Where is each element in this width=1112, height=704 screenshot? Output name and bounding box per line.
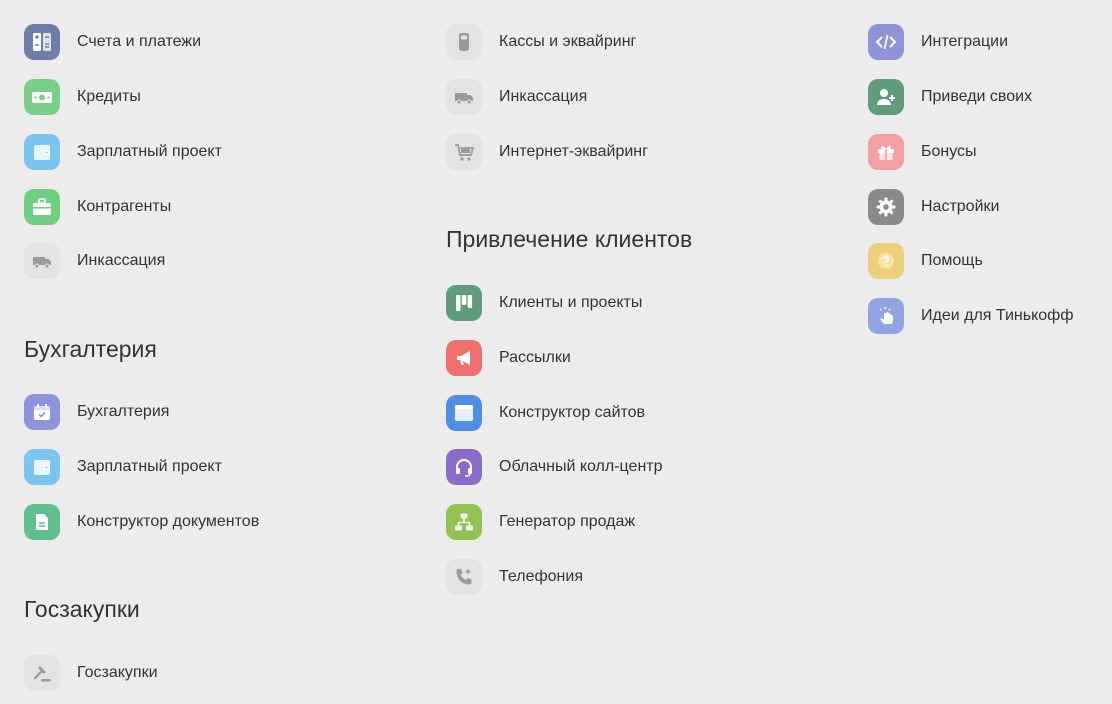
menu-item-sales-generator[interactable]: Генератор продаж — [446, 504, 635, 540]
gear-icon — [868, 189, 904, 225]
menu-item-salary-project[interactable]: Зарплатный проект — [24, 134, 222, 170]
menu-item-cash-acquiring[interactable]: Кассы и эквайринг — [446, 24, 636, 60]
menu-item-invite-friends[interactable]: Приведи своих — [868, 79, 1032, 115]
menu-item-collection[interactable]: Инкассация — [24, 243, 165, 279]
menu-item-label: Генератор продаж — [499, 513, 636, 530]
idea-hand-icon — [868, 298, 904, 334]
menu-item-document-builder[interactable]: Конструктор документов — [24, 504, 259, 540]
kanban-icon — [446, 285, 482, 321]
menu-item-label: Бонусы — [921, 143, 977, 160]
menu-item-label: Счета и платежи — [77, 33, 202, 50]
menu-item-label: Кредиты — [77, 88, 141, 105]
headset-icon — [446, 449, 482, 485]
menu-item-label: Идеи для Тинькофф — [921, 307, 1074, 324]
menu-item-label: Приведи своих — [921, 88, 1033, 105]
menu-item-label: Контрагенты — [77, 198, 172, 215]
menu-item-help[interactable]: Помощь — [868, 243, 983, 279]
menu-item-procurement[interactable]: Госзакупки — [24, 655, 158, 691]
gavel-icon — [24, 655, 60, 691]
gift-icon — [868, 134, 904, 170]
section-heading-accounting: Бухгалтерия — [24, 336, 157, 362]
menu-item-label: Облачный колл-центр — [499, 458, 663, 475]
menu-item-site-builder[interactable]: Конструктор сайтов — [446, 395, 645, 431]
browser-icon — [446, 395, 482, 431]
wallet-icon — [24, 134, 60, 170]
van-icon — [446, 79, 482, 115]
menu-item-label: Зарплатный проект — [77, 458, 222, 475]
add-user-icon — [868, 79, 904, 115]
menu-item-telephony[interactable]: Телефония — [446, 559, 583, 595]
menu-item-label: Помощь — [921, 252, 983, 269]
wallet-icon — [24, 449, 60, 485]
menu-item-label: Интеграции — [921, 33, 1009, 50]
menu-item-label: Госзакупки — [77, 664, 158, 681]
menu-item-label: Клиенты и проекты — [499, 294, 643, 311]
help-icon — [868, 243, 904, 279]
calculator-icon — [24, 24, 60, 60]
menu-item-clients-projects[interactable]: Клиенты и проекты — [446, 285, 642, 321]
van-icon — [24, 243, 60, 279]
menu-item-label: Инкассация — [77, 252, 166, 269]
menu-item-label: Интернет-эквайринг — [499, 143, 648, 160]
menu-item-ideas[interactable]: Идеи для Тинькофф — [868, 298, 1073, 334]
menu-item-settings[interactable]: Настройки — [868, 189, 999, 225]
menu-item-accounting[interactable]: Бухгалтерия — [24, 394, 169, 430]
menu-item-salary-project-2[interactable]: Зарплатный проект — [24, 449, 222, 485]
pos-terminal-icon — [446, 24, 482, 60]
menu-item-label: Телефония — [499, 568, 583, 585]
menu-item-collection-2[interactable]: Инкассация — [446, 79, 587, 115]
menu-item-mailings[interactable]: Рассылки — [446, 340, 571, 376]
menu-item-integrations[interactable]: Интеграции — [868, 24, 1008, 60]
menu-item-label: Настройки — [921, 198, 1000, 215]
menu-item-label: Конструктор документов — [77, 513, 260, 530]
money-icon — [24, 79, 60, 115]
menu-item-label: Зарплатный проект — [77, 143, 222, 160]
menu-item-call-center[interactable]: Облачный колл-центр — [446, 449, 663, 485]
briefcase-icon — [24, 189, 60, 225]
phone-icon — [446, 559, 482, 595]
section-heading-procurement: Госзакупки — [24, 596, 140, 622]
menu-item-label: Бухгалтерия — [77, 403, 170, 420]
menu-item-label: Кассы и эквайринг — [499, 33, 637, 50]
megaphone-icon — [446, 340, 482, 376]
menu-item-label: Инкассация — [499, 88, 588, 105]
document-icon — [24, 504, 60, 540]
menu-item-label: Конструктор сайтов — [499, 404, 646, 421]
section-heading-clients: Привлечение клиентов — [446, 226, 693, 252]
menu-item-bonuses[interactable]: Бонусы — [868, 134, 977, 170]
menu-item-accounts-payments[interactable]: Счета и платежи — [24, 24, 201, 60]
menu-item-counterparties[interactable]: Контрагенты — [24, 189, 171, 225]
menu-item-label: Рассылки — [499, 349, 571, 366]
menu-item-credits[interactable]: Кредиты — [24, 79, 141, 115]
menu-item-internet-acquiring[interactable]: Интернет-эквайринг — [446, 134, 648, 170]
calendar-icon — [24, 394, 60, 430]
code-icon — [868, 24, 904, 60]
sitemap-icon — [446, 504, 482, 540]
cart-icon — [446, 134, 482, 170]
